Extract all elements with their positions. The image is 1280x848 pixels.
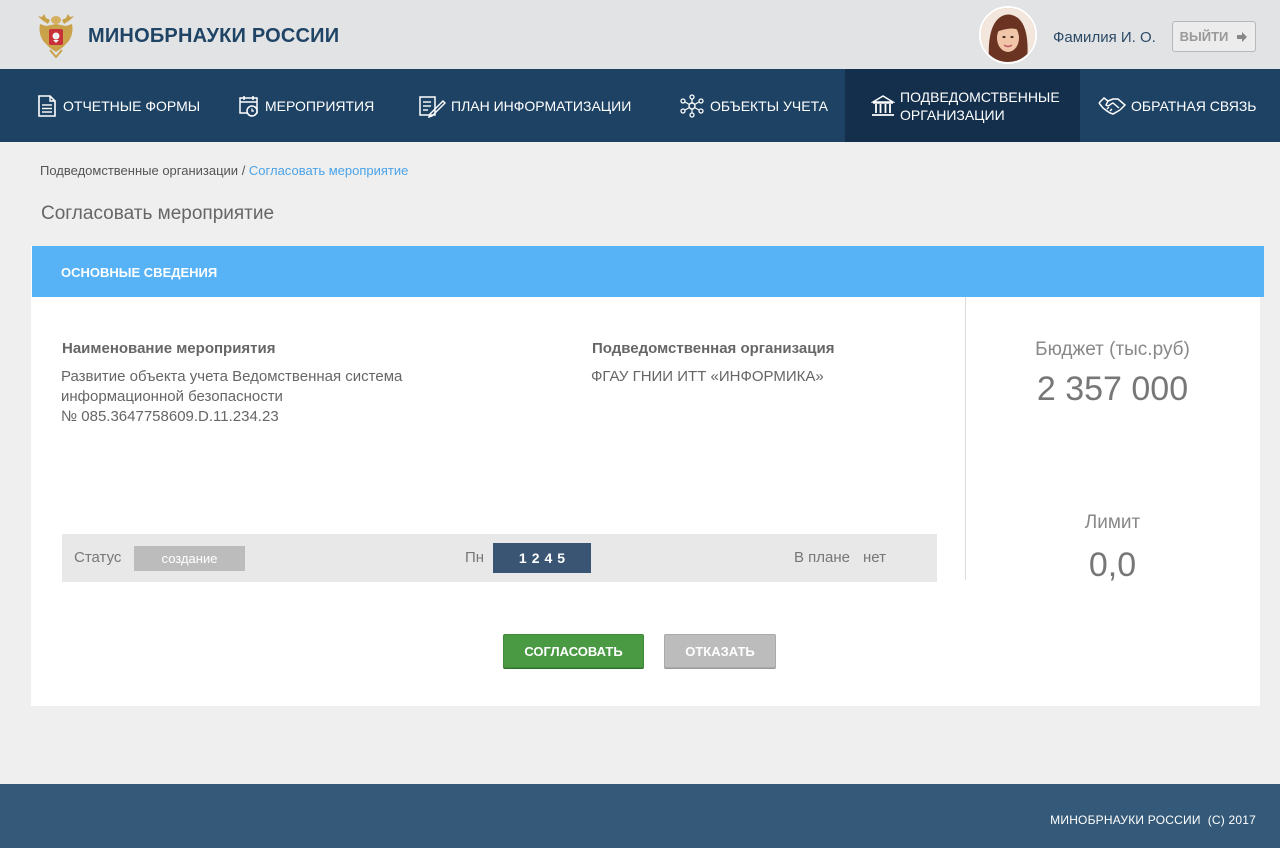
nav-label-reports: ОТЧЕТНЫЕ ФОРМЫ bbox=[63, 97, 201, 114]
budget-value: 2 357 000 bbox=[1036, 370, 1189, 408]
limit-value: 0,0 bbox=[1088, 546, 1137, 584]
coat-of-arms-logo[interactable] bbox=[36, 12, 76, 59]
card-header: ОСНОВНЫЕ СВЕДЕНИЯ bbox=[32, 246, 1264, 297]
event-name-line1: Развитие объекта учета Ведомственная сис… bbox=[61, 368, 403, 385]
main-info-card: ОСНОВНЫЕ СВЕДЕНИЯ Наименование мероприят… bbox=[31, 246, 1264, 706]
page-title: Согласовать мероприятие bbox=[41, 203, 275, 224]
user-avatar[interactable] bbox=[979, 6, 1037, 64]
event-number: № 085.3647758609.D.11.234.23 bbox=[61, 408, 279, 425]
handshake-icon bbox=[1098, 96, 1126, 115]
inplan-label: В плане bbox=[794, 549, 851, 566]
nav-label-plan: ПЛАН ИНФОРМАТИЗАЦИИ bbox=[451, 97, 632, 114]
approve-button[interactable]: СОГЛАСОВАТЬ bbox=[503, 634, 644, 668]
document-icon bbox=[38, 94, 56, 117]
nav-item-feedback[interactable]: ОБРАТНАЯ СВЯЗЬ bbox=[1098, 69, 1256, 142]
status-label: Статус bbox=[74, 549, 122, 566]
footer-copyright: МИНОБРНАУКИ РОССИИ (С) 2017 bbox=[1050, 813, 1256, 827]
institution-icon bbox=[871, 94, 895, 116]
footer: МИНОБРНАУКИ РОССИИ (С) 2017 bbox=[0, 784, 1280, 848]
nav-label-line1: ПОДВЕДОМСТВЕННЫЕ bbox=[900, 88, 1060, 105]
breadcrumb-parent-link[interactable]: Подведомственные организации bbox=[40, 163, 238, 178]
reject-button[interactable]: ОТКАЗАТЬ bbox=[664, 634, 776, 668]
nav-label-objects: ОБЪЕКТЫ УЧЕТА bbox=[710, 97, 829, 114]
logout-button[interactable]: ВЫЙТИ bbox=[1172, 21, 1256, 52]
user-name[interactable]: Фамилия И. О. bbox=[1053, 29, 1156, 46]
breadcrumb-current: Согласовать мероприятие bbox=[248, 163, 409, 178]
nav-label-line2: ОРГАНИЗАЦИИ bbox=[900, 106, 1005, 123]
nav-label-feedback: ОБРАТНАЯ СВЯЗЬ bbox=[1131, 97, 1257, 114]
org-label: Подведомственная организация bbox=[592, 340, 835, 357]
org-value: ФГАУ ГНИИ ИТТ «ИНФОРМИКА» bbox=[591, 368, 824, 385]
pn-value-badge: 1245 bbox=[493, 543, 591, 573]
network-icon bbox=[680, 93, 704, 118]
calendar-clock-icon bbox=[239, 95, 258, 117]
arrow-right-icon bbox=[1237, 31, 1248, 42]
pn-label: Пн bbox=[465, 549, 485, 566]
main-nav: ОТЧЕТНЫЕ ФОРМЫ МЕРОПРИЯТИЯ ПЛАН ИНФОРМАТ… bbox=[0, 69, 1280, 142]
nav-item-reports[interactable]: ОТЧЕТНЫЕ ФОРМЫ bbox=[36, 69, 200, 142]
event-name-label: Наименование мероприятия bbox=[62, 340, 276, 357]
nav-item-events[interactable]: МЕРОПРИЯТИЯ bbox=[238, 69, 374, 142]
event-name-line2: информационной безопасности bbox=[61, 388, 283, 405]
nav-item-objects[interactable]: ОБЪЕКТЫ УЧЕТА bbox=[679, 69, 828, 142]
site-title[interactable]: МИНОБРНАУКИ РОССИИ bbox=[88, 25, 339, 48]
limit-label: Лимит bbox=[1084, 512, 1141, 533]
top-header: МИНОБРНАУКИ РОССИИ Фамилия И. О. ВЫЙТИ bbox=[0, 0, 1280, 69]
nav-label-subordinate-orgs: ПОДВЕДОМСТВЕННЫЕ ОРГАНИЗАЦИИ bbox=[900, 88, 1060, 124]
nav-item-subordinate-orgs[interactable]: ПОДВЕДОМСТВЕННЫЕ ОРГАНИЗАЦИИ bbox=[845, 69, 1080, 142]
status-bar: Статус создание Пн 1245 В плане нет bbox=[62, 534, 937, 582]
inplan-value: нет bbox=[863, 549, 886, 566]
plan-edit-icon bbox=[419, 95, 446, 118]
status-badge: создание bbox=[134, 546, 245, 571]
logout-label: ВЫЙТИ bbox=[1179, 29, 1229, 44]
nav-item-plan[interactable]: ПЛАН ИНФОРМАТИЗАЦИИ bbox=[418, 69, 631, 142]
breadcrumb: Подведомственные организации / Согласова… bbox=[40, 163, 408, 178]
breadcrumb-separator: / bbox=[238, 163, 249, 178]
event-name-value: Развитие объекта учета Ведомственная сис… bbox=[61, 367, 402, 427]
budget-label: Бюджет (тыс.руб) bbox=[1035, 339, 1190, 360]
nav-label-events: МЕРОПРИЯТИЯ bbox=[265, 97, 375, 114]
